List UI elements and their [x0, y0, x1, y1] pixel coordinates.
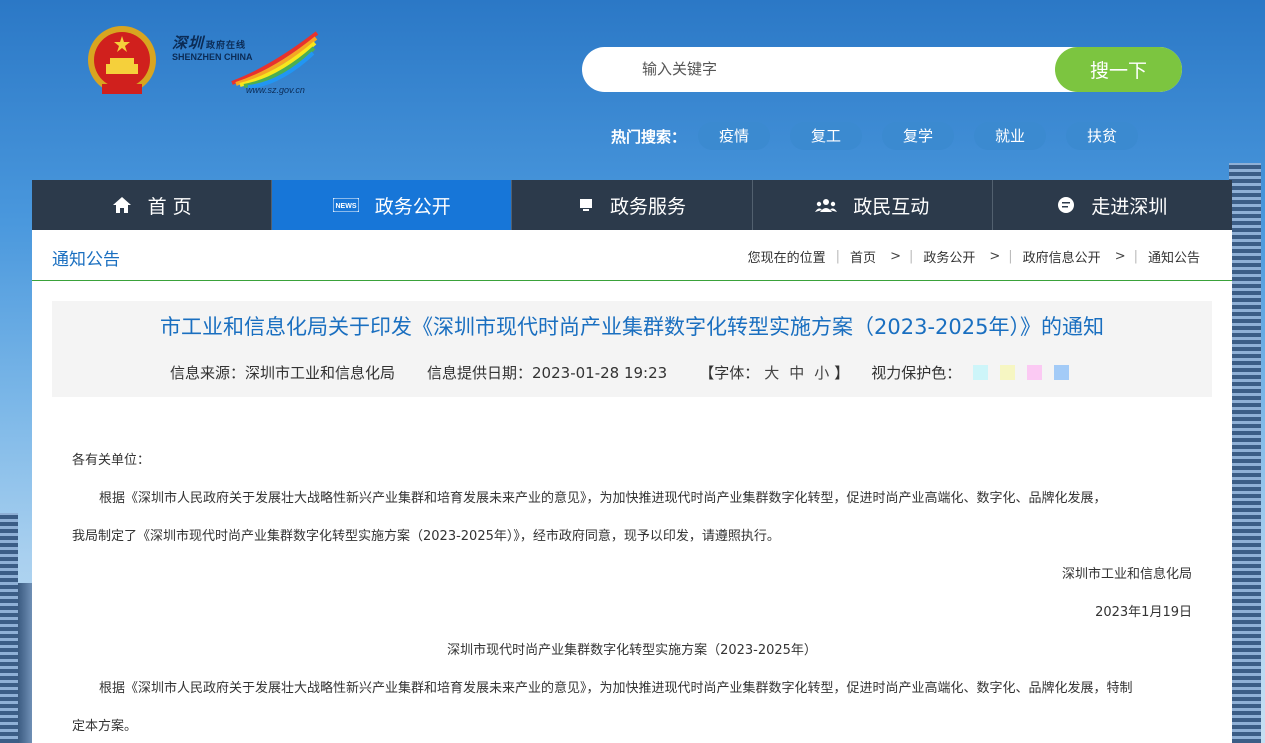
- nav-item-home[interactable]: 首 页: [32, 180, 273, 230]
- crumb-bar: 通知公告 您现在的位置 | 首页 > | 政务公开 > | 政府信息公开 > |…: [32, 230, 1232, 281]
- hot-tag[interactable]: 复工: [790, 122, 863, 150]
- svg-text:NEWS: NEWS: [335, 203, 356, 210]
- content-panel: 通知公告 您现在的位置 | 首页 > | 政务公开 > | 政府信息公开 > |…: [32, 230, 1232, 743]
- eye-color-swatch[interactable]: [1000, 365, 1016, 380]
- search-input[interactable]: [612, 47, 1052, 92]
- main-nav: 首 页 NEWS 政务公开 政务服务 政民互动 走进深圳: [32, 180, 1232, 230]
- shenzhen-logo[interactable]: 深圳 政府在线 SHENZHEN CHINA www.sz.gov.cn: [172, 28, 322, 98]
- signature-date: 2023年1月19日: [1095, 605, 1192, 620]
- breadcrumb-link[interactable]: 通知公告: [1148, 247, 1200, 266]
- paragraph-line: 根据《深圳市人民政府关于发展壮大战略性新兴产业集群和培育发展未来产业的意见》，为…: [99, 681, 1133, 696]
- info-date: 信息提供日期：2023-01-28 19:23: [427, 364, 668, 382]
- eye-color-swatch[interactable]: [1027, 365, 1043, 380]
- search-bar: 搜一下: [582, 47, 1182, 92]
- paragraph-line: 我局制定了《深圳市现代时尚产业集群数字化转型实施方案（2023-2025年）》，…: [72, 529, 780, 544]
- eye-color-swatch[interactable]: [1054, 365, 1070, 380]
- article-title: 市工业和信息化局关于印发《深圳市现代时尚产业集群数字化转型实施方案（2023-2…: [160, 315, 1104, 339]
- font-size-medium[interactable]: 中: [789, 362, 804, 383]
- breadcrumb-link[interactable]: 政务公开: [923, 247, 975, 266]
- salutation: 各有关单位：: [72, 453, 151, 468]
- font-size-small[interactable]: 小: [814, 362, 829, 383]
- nav-label: 走进深圳: [1091, 195, 1168, 218]
- font-size-large[interactable]: 大: [764, 362, 779, 383]
- article-header: 市工业和信息化局关于印发《深圳市现代时尚产业集群数字化转型实施方案（2023-2…: [52, 301, 1212, 397]
- users-icon: [815, 197, 838, 213]
- eye-care-label: 视力保护色：: [871, 364, 962, 382]
- nav-label: 政务服务: [610, 195, 687, 218]
- document-subtitle: 深圳市现代时尚产业集群数字化转型实施方案（2023-2025年）: [447, 643, 817, 658]
- article-meta: 信息来源：深圳市工业和信息化局 信息提供日期：2023-01-28 19:23 …: [170, 362, 1070, 383]
- section-title: 通知公告: [52, 250, 120, 270]
- breadcrumb-link[interactable]: 政府信息公开: [1023, 247, 1101, 266]
- hot-tag[interactable]: 复学: [882, 122, 955, 150]
- nav-label: 政务公开: [374, 195, 451, 218]
- location-label: 您现在的位置: [747, 251, 826, 266]
- hot-tag[interactable]: 就业: [974, 122, 1047, 150]
- hot-tag[interactable]: 疫情: [698, 122, 771, 150]
- monitor-icon: [578, 197, 594, 213]
- nav-item-government-services[interactable]: 政务服务: [512, 180, 753, 230]
- nav-item-government-affairs[interactable]: NEWS 政务公开: [272, 180, 513, 230]
- hot-tag[interactable]: 扶贫: [1066, 122, 1139, 150]
- nav-item-about-shenzhen[interactable]: 走进深圳: [993, 180, 1232, 230]
- hot-search-label: 热门搜索：: [611, 127, 687, 146]
- eye-color-swatch[interactable]: [973, 365, 989, 380]
- breadcrumb: 您现在的位置 | 首页 > | 政务公开 > | 政府信息公开 > | 通知公告: [747, 247, 1200, 266]
- search-button[interactable]: 搜一下: [1055, 47, 1182, 92]
- paragraph-line: 定本方案。: [72, 719, 138, 734]
- paragraph-line: 根据《深圳市人民政府关于发展壮大战略性新兴产业集群和培育发展未来产业的意见》，为…: [99, 491, 1107, 506]
- breadcrumb-link[interactable]: 首页: [850, 247, 876, 266]
- rainbow-swoosh-icon: [231, 31, 319, 88]
- hot-search: 热门搜索： 疫情 复工 复学 就业 扶贫: [611, 122, 1158, 150]
- chat-bubble-icon: [1057, 196, 1075, 214]
- signature: 深圳市工业和信息化局: [1061, 567, 1192, 582]
- nav-label: 首 页: [147, 195, 192, 218]
- home-icon: [112, 196, 132, 214]
- national-emblem-icon: [88, 26, 156, 94]
- nav-label: 政民互动: [853, 195, 930, 218]
- news-icon: NEWS: [332, 198, 359, 212]
- font-size-label: 【字体：: [699, 364, 760, 382]
- nav-item-public-interaction[interactable]: 政民互动: [753, 180, 993, 230]
- logo-url-text: www.sz.gov.cn: [246, 85, 305, 95]
- info-source: 信息来源：深圳市工业和信息化局: [170, 364, 396, 382]
